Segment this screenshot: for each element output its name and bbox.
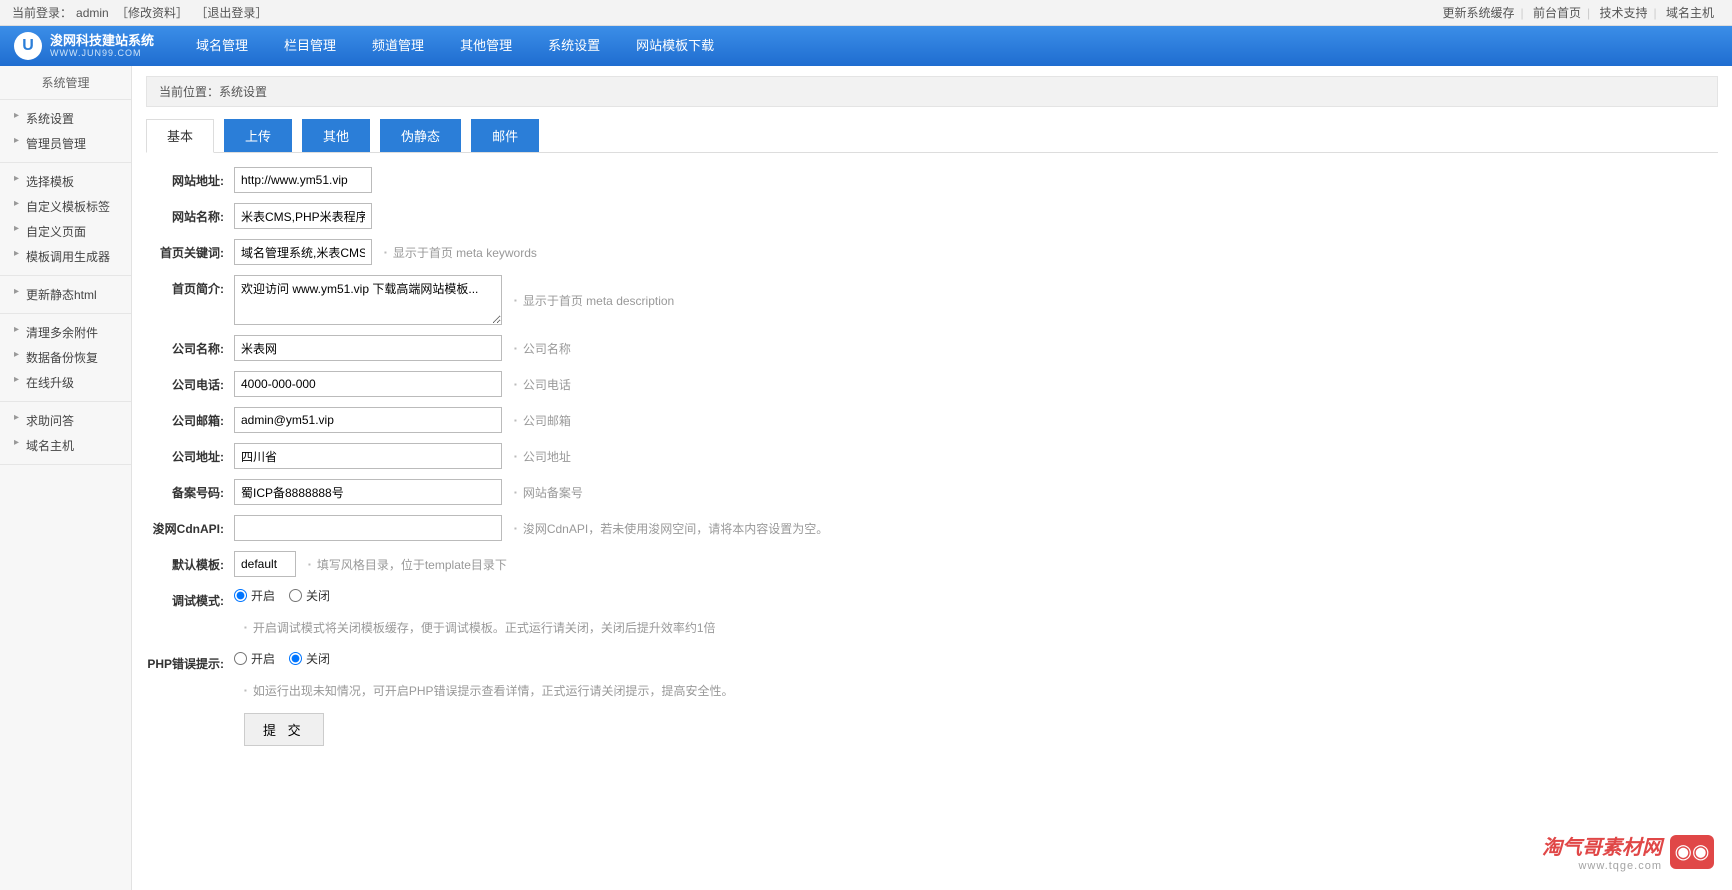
- topbar-left: 当前登录： admin ［修改资料］ ［退出登录］: [12, 4, 271, 21]
- watermark: 淘气哥素材网 www.tqge.com ◉◉: [1542, 831, 1714, 872]
- sidebar-item-system-settings[interactable]: 系统设置: [0, 106, 131, 131]
- main-nav: 域名管理 栏目管理 频道管理 其他管理 系统设置 网站模板下载: [178, 26, 732, 66]
- input-site-url[interactable]: [234, 167, 372, 193]
- label-icp: 备案号码: [146, 479, 234, 501]
- hint-cdn: 浚网CdnAPI，若未使用浚网空间，请将本内容设置为空。: [514, 520, 828, 537]
- sidebar: 系统管理 系统设置 管理员管理 选择模板 自定义模板标签 自定义页面 模板调用生…: [0, 66, 132, 890]
- tab-upload[interactable]: 上传: [224, 119, 292, 152]
- input-phone[interactable]: [234, 371, 502, 397]
- logo-title: 浚网科技建站系统: [50, 34, 154, 47]
- hint-email: 公司邮箱: [514, 412, 571, 429]
- sidebar-item-custom-tags[interactable]: 自定义模板标签: [0, 194, 131, 219]
- nav-templates[interactable]: 网站模板下载: [618, 26, 732, 66]
- sidebar-item-custom-page[interactable]: 自定义页面: [0, 219, 131, 244]
- top-link-front[interactable]: 前台首页: [1533, 6, 1581, 20]
- label-phperr: PHP错误提示: [146, 650, 234, 672]
- sidebar-item-help[interactable]: 求助问答: [0, 408, 131, 433]
- hint-address: 公司地址: [514, 448, 571, 465]
- logo-icon: U: [14, 32, 42, 60]
- sidebar-item-upgrade[interactable]: 在线升级: [0, 370, 131, 395]
- radio-phperr-off[interactable]: [289, 652, 302, 665]
- input-template[interactable]: [234, 551, 296, 577]
- label-cdn: 浚网CdnAPI: [146, 515, 234, 537]
- header: U 浚网科技建站系统 WWW.JUN99.COM 域名管理 栏目管理 频道管理 …: [0, 26, 1732, 66]
- textarea-description[interactable]: 欢迎访问 www.ym51.vip 下载高端网站模板...: [234, 275, 502, 325]
- sidebar-item-domain-host[interactable]: 域名主机: [0, 433, 131, 458]
- input-site-name[interactable]: [234, 203, 372, 229]
- top-link-host[interactable]: 域名主机: [1666, 6, 1714, 20]
- radio-phperr-on-label[interactable]: 开启: [234, 650, 275, 667]
- hint-description: 显示于首页 meta description: [514, 292, 674, 309]
- current-user: admin: [76, 6, 109, 20]
- hint-icp: 网站备案号: [514, 484, 583, 501]
- content: 当前位置：系统设置 基本 上传 其他 伪静态 邮件 网站地址 网站名称 首页关键…: [132, 66, 1732, 890]
- sidebar-item-clean-attach[interactable]: 清理多余附件: [0, 320, 131, 345]
- input-cdn[interactable]: [234, 515, 502, 541]
- sidebar-item-template-gen[interactable]: 模板调用生成器: [0, 244, 131, 269]
- radio-debug-off-label[interactable]: 关闭: [289, 587, 330, 604]
- watermark-icon: ◉◉: [1670, 835, 1714, 869]
- tab-basic[interactable]: 基本: [146, 119, 214, 153]
- sidebar-item-select-template[interactable]: 选择模板: [0, 169, 131, 194]
- watermark-url: www.tqge.com: [1542, 860, 1662, 872]
- login-label: 当前登录：: [12, 6, 72, 20]
- edit-profile-link[interactable]: ［修改资料］: [116, 6, 188, 20]
- sidebar-title: 系统管理: [0, 66, 131, 100]
- input-icp[interactable]: [234, 479, 502, 505]
- radio-debug-off[interactable]: [289, 589, 302, 602]
- radio-debug-on-label[interactable]: 开启: [234, 587, 275, 604]
- sidebar-item-update-html[interactable]: 更新静态html: [0, 282, 131, 307]
- input-email[interactable]: [234, 407, 502, 433]
- hint-phone: 公司电话: [514, 376, 571, 393]
- hint-keywords: 显示于首页 meta keywords: [384, 244, 537, 261]
- top-link-support[interactable]: 技术支持: [1600, 6, 1648, 20]
- tab-mail[interactable]: 邮件: [471, 119, 539, 152]
- submit-button[interactable]: 提 交: [244, 713, 324, 746]
- note-phperr: 如运行出现未知情况，可开启PHP错误提示查看详情，正式运行请关闭提示，提高安全性…: [244, 682, 1718, 699]
- hint-company: 公司名称: [514, 340, 571, 357]
- topbar-right: 更新系统缓存| 前台首页| 技术支持| 域名主机: [1437, 4, 1720, 21]
- input-keywords[interactable]: [234, 239, 372, 265]
- note-debug: 开启调试模式将关闭模板缓存，便于调试模板。正式运行请关闭，关闭后提升效率约1倍: [244, 619, 1718, 636]
- label-template: 默认模板: [146, 551, 234, 573]
- label-debug: 调试模式: [146, 587, 234, 609]
- radio-debug-on[interactable]: [234, 589, 247, 602]
- input-company[interactable]: [234, 335, 502, 361]
- tab-other[interactable]: 其他: [302, 119, 370, 152]
- breadcrumb: 当前位置：系统设置: [146, 76, 1718, 107]
- label-site-url: 网站地址: [146, 167, 234, 189]
- nav-channel[interactable]: 频道管理: [354, 26, 442, 66]
- label-email: 公司邮箱: [146, 407, 234, 429]
- tab-rewrite[interactable]: 伪静态: [380, 119, 461, 152]
- label-company: 公司名称: [146, 335, 234, 357]
- label-phone: 公司电话: [146, 371, 234, 393]
- sidebar-item-backup[interactable]: 数据备份恢复: [0, 345, 131, 370]
- label-address: 公司地址: [146, 443, 234, 465]
- hint-template: 填写风格目录，位于template目录下: [308, 556, 507, 573]
- logout-link[interactable]: ［退出登录］: [195, 6, 267, 20]
- nav-domain[interactable]: 域名管理: [178, 26, 266, 66]
- watermark-title: 淘气哥素材网: [1542, 831, 1662, 860]
- radio-phperr-off-label[interactable]: 关闭: [289, 650, 330, 667]
- logo: U 浚网科技建站系统 WWW.JUN99.COM: [0, 32, 168, 60]
- topbar: 当前登录： admin ［修改资料］ ［退出登录］ 更新系统缓存| 前台首页| 技…: [0, 0, 1732, 26]
- nav-system[interactable]: 系统设置: [530, 26, 618, 66]
- top-link-cache[interactable]: 更新系统缓存: [1443, 6, 1515, 20]
- radio-phperr-on[interactable]: [234, 652, 247, 665]
- sidebar-item-admin-manage[interactable]: 管理员管理: [0, 131, 131, 156]
- label-site-name: 网站名称: [146, 203, 234, 225]
- logo-sub: WWW.JUN99.COM: [50, 49, 154, 58]
- tabs: 基本 上传 其他 伪静态 邮件: [146, 119, 1718, 153]
- input-address[interactable]: [234, 443, 502, 469]
- nav-column[interactable]: 栏目管理: [266, 26, 354, 66]
- nav-other[interactable]: 其他管理: [442, 26, 530, 66]
- label-description: 首页简介: [146, 275, 234, 297]
- label-keywords: 首页关键词: [146, 239, 234, 261]
